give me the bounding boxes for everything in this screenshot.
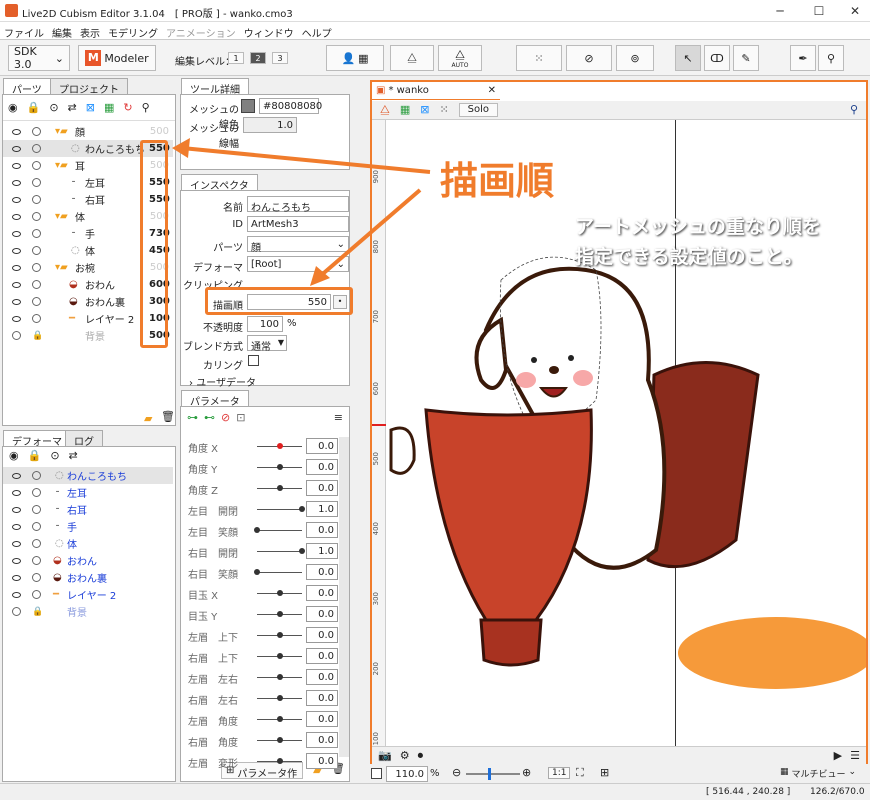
- annotation-arrows: [172, 138, 431, 286]
- zoom-slider[interactable]: [466, 773, 520, 775]
- ratio-button[interactable]: 1:1: [548, 767, 571, 779]
- zoom-checkbox[interactable]: [371, 768, 382, 779]
- zoom-out-icon[interactable]: ⊖: [452, 766, 461, 779]
- arrow-to-field: [316, 188, 422, 280]
- status-zoom: 126.2/670.0: [810, 787, 865, 797]
- status-bar: [ 516.44 , 240.28 ] 126.2/670.0: [0, 783, 870, 800]
- multiview-label: マルチビュー: [791, 770, 846, 780]
- fit-icon[interactable]: ⛶: [576, 766, 584, 780]
- chevron-down-icon: ⌄: [848, 767, 857, 777]
- arrowhead-parts: [172, 138, 190, 158]
- zoom-unit: %: [430, 768, 440, 779]
- zoom-in-icon[interactable]: ⊕: [522, 766, 531, 779]
- grid-view-icon[interactable]: ⊞: [600, 766, 609, 779]
- zoom-bar: 110.0 % ⊖ ⊕ 1:1 ⛶ ⊞ ▦ マルチビュー ⌄: [368, 764, 870, 783]
- status-coords: [ 516.44 , 240.28 ]: [706, 787, 791, 797]
- zoom-slider-knob[interactable]: [488, 768, 491, 780]
- multiview-button[interactable]: ▦ マルチビュー ⌄: [780, 767, 856, 780]
- multiview-icon: ▦: [780, 767, 789, 777]
- arrow-to-parts: [181, 146, 431, 174]
- zoom-field[interactable]: 110.0: [386, 766, 428, 782]
